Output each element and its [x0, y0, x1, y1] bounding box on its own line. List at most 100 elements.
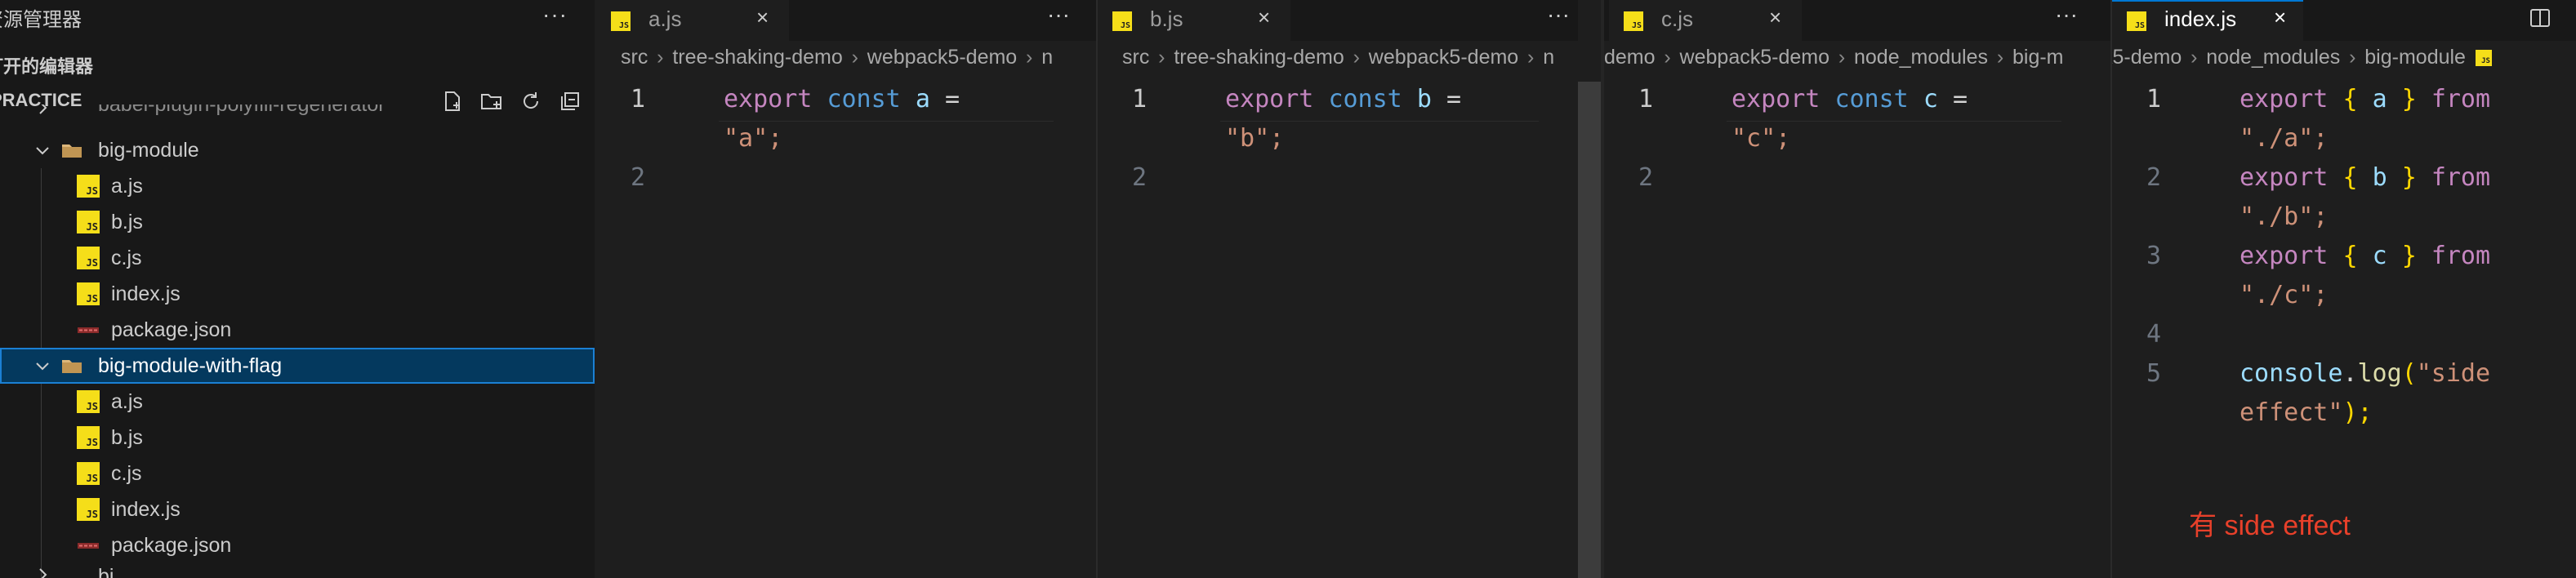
folder-big-module[interactable]: big-module	[0, 132, 595, 168]
explorer-more-icon[interactable]: ···	[542, 2, 568, 28]
file-c-js[interactable]: JS c.js	[0, 240, 595, 276]
chevron-right-icon: ›	[1158, 46, 1165, 69]
chevron-right-icon	[39, 568, 47, 578]
line-number: 2	[1638, 163, 1653, 192]
close-icon[interactable]: ×	[1258, 5, 1270, 30]
close-icon[interactable]: ×	[756, 5, 769, 30]
editor-pane-index: JS index.js × k5-demo › node_modules › big-m…	[2112, 0, 2576, 578]
file-package-json[interactable]: package.json	[0, 527, 595, 563]
tab-bar: JS index.js ×	[2112, 0, 2576, 41]
close-icon[interactable]: ×	[2274, 5, 2286, 30]
line-number: 4	[2146, 320, 2161, 349]
file-b-js[interactable]: JS b.js	[0, 420, 595, 456]
tab-label: c.js	[1661, 7, 1693, 31]
breadcrumb-item[interactable]: n	[1543, 46, 1554, 69]
editor-pane-c: JS c.js × ··· demo › webpack5-demo › node_mo…	[1604, 0, 2110, 578]
tab-c-js[interactable]: JS c.js ×	[1609, 0, 1802, 41]
folder-big-module-with-flag[interactable]: big-module-with-flag	[0, 348, 595, 384]
tree-item-partial-top[interactable]: babel-plugin-polyfill-regenerator	[0, 104, 595, 124]
file-index-js[interactable]: JS index.js	[0, 276, 595, 312]
file-label: a.js	[111, 390, 143, 413]
breadcrumb-item[interactable]: src	[1122, 46, 1149, 69]
code-line: export const b =	[1225, 85, 1461, 113]
more-actions-icon[interactable]: ···	[1547, 2, 1570, 28]
breadcrumb-item[interactable]: node_modules	[1854, 46, 1988, 69]
breadcrumb-item[interactable]: big-m	[2012, 46, 2064, 69]
file-label: index.js	[111, 282, 180, 305]
editor-pane-b: JS b.js × ··· src › tree-shaking-demo › webp…	[1098, 0, 1578, 578]
file-a-js[interactable]: JS a.js	[0, 384, 595, 420]
open-editors-section[interactable]: 打开的编辑器	[0, 52, 93, 78]
breadcrumb-item[interactable]: big-module	[2364, 46, 2466, 69]
file-package-json[interactable]: package.json	[0, 312, 595, 348]
chevron-right-icon: ›	[1664, 46, 1671, 69]
current-line-highlight	[1220, 121, 1539, 122]
js-file-icon: JS	[2127, 11, 2146, 31]
more-actions-icon[interactable]: ···	[2055, 2, 2078, 28]
chevron-right-icon: ›	[1026, 46, 1033, 69]
tab-label: a.js	[648, 7, 682, 31]
breadcrumb-item[interactable]: tree-shaking-demo	[672, 46, 842, 69]
js-file-icon: JS	[77, 282, 100, 305]
breadcrumb-item[interactable]: webpack5-demo	[1680, 46, 1829, 69]
code-line: export { a } from	[2240, 85, 2491, 113]
code-line: "./b";	[2240, 202, 2329, 231]
line-number: 2	[630, 163, 645, 192]
breadcrumb: demo › webpack5-demo › node_modules › big-m	[1604, 46, 2064, 78]
breadcrumb: src › tree-shaking-demo › webpack5-demo › n	[1122, 46, 1554, 78]
tab-label: b.js	[1150, 7, 1183, 31]
current-line-highlight	[719, 121, 1054, 122]
folder-icon	[60, 354, 83, 377]
more-actions-icon[interactable]: ···	[1047, 2, 1070, 28]
breadcrumb-item[interactable]: n	[1041, 46, 1053, 69]
code-line: "b";	[1225, 124, 1285, 153]
file-a-js[interactable]: JS a.js	[0, 168, 595, 204]
tree-item-partial-bottom[interactable]: bi...	[0, 563, 595, 578]
breadcrumb-item[interactable]: src	[621, 46, 648, 69]
file-b-js[interactable]: JS b.js	[0, 204, 595, 240]
file-label: b.js	[111, 211, 143, 233]
breadcrumb-item[interactable]: webpack5-demo	[1369, 46, 1518, 69]
breadcrumb: src › tree-shaking-demo › webpack5-demo › n	[621, 46, 1053, 78]
chevron-right-icon	[39, 104, 47, 114]
tab-a-js[interactable]: JS a.js ×	[596, 0, 789, 41]
chevron-down-icon	[36, 147, 49, 155]
chevron-right-icon: ›	[657, 46, 664, 69]
file-c-js[interactable]: JS c.js	[0, 456, 595, 491]
line-number: 1	[1131, 85, 1147, 113]
chevron-right-icon: ›	[1996, 46, 2004, 69]
line-number: 1	[2146, 85, 2161, 113]
tab-index-js[interactable]: JS index.js ×	[2112, 0, 2303, 41]
breadcrumb-item[interactable]: node_modules	[2206, 46, 2340, 69]
chevron-right-icon: ›	[2349, 46, 2356, 69]
breadcrumb-item[interactable]: tree-shaking-demo	[1174, 46, 1344, 69]
file-label: b.js	[111, 426, 143, 449]
js-file-icon: JS	[1624, 11, 1643, 31]
js-file-icon: JS	[77, 211, 100, 233]
explorer-sidebar: 资源管理器 ··· 打开的编辑器 PRACTICE babel-plugin-p…	[0, 0, 595, 578]
file-label: c.js	[111, 462, 142, 485]
code-line: export const c =	[1731, 85, 1968, 113]
file-label: package.json	[111, 318, 232, 341]
line-number: 1	[630, 85, 645, 113]
breadcrumb-item[interactable]: k5-demo	[2112, 46, 2182, 69]
code-line: export const a =	[724, 85, 960, 113]
file-label: c.js	[111, 247, 142, 269]
file-index-js[interactable]: JS index.js	[0, 491, 595, 527]
split-editor-icon[interactable]	[2527, 5, 2553, 31]
json-file-icon	[77, 318, 100, 341]
scrollbar[interactable]	[1578, 82, 1601, 578]
breadcrumb-item[interactable]: demo	[1604, 46, 1656, 69]
folder-label: big-module-with-flag	[98, 354, 283, 377]
code-line: "./c";	[2240, 281, 2329, 309]
code-line: export { b } from	[2240, 163, 2491, 192]
close-icon[interactable]: ×	[1769, 5, 1781, 30]
tab-bar: JS b.js × ···	[1098, 0, 1578, 41]
code-line: "c";	[1731, 124, 1791, 153]
chevron-right-icon: ›	[1353, 46, 1360, 69]
tree-item-label: bi...	[98, 565, 131, 578]
breadcrumb-item[interactable]: webpack5-demo	[867, 46, 1017, 69]
tab-b-js[interactable]: JS b.js ×	[1098, 0, 1290, 41]
chevron-down-icon	[36, 362, 49, 371]
js-file-icon: JS	[611, 11, 631, 31]
